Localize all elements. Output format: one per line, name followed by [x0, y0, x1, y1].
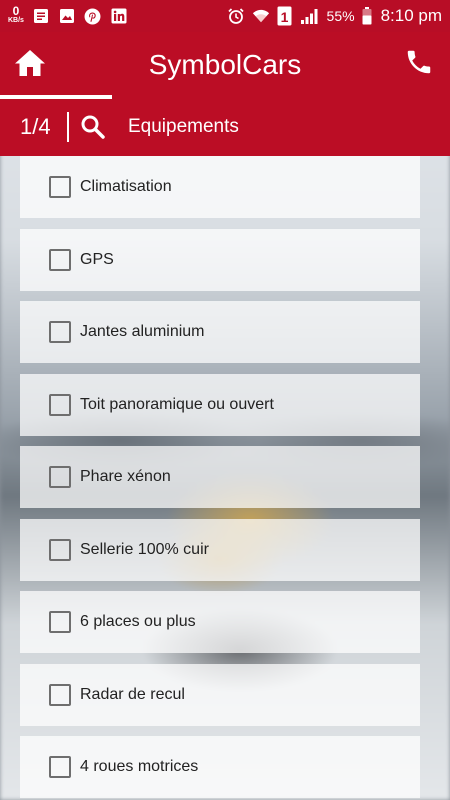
- pinterest-icon: [84, 7, 102, 25]
- search-icon: [80, 115, 106, 144]
- item-label: Jantes aluminium: [80, 323, 205, 340]
- signal-icon: [300, 7, 320, 25]
- list-item[interactable]: Radar de recul: [20, 663, 420, 726]
- item-label: Phare xénon: [80, 468, 171, 485]
- item-label: Radar de recul: [80, 685, 185, 703]
- item-label: Sellerie 100% cuir: [80, 540, 209, 558]
- speed-value: 0: [12, 4, 20, 18]
- sim-icon: 1: [277, 6, 293, 26]
- checkbox[interactable]: [49, 321, 71, 343]
- equipment-list: Climatisation GPS Jantes aluminium Toit …: [20, 156, 420, 800]
- list-item[interactable]: Jantes aluminium: [20, 301, 420, 363]
- messages-icon: [32, 7, 50, 25]
- list-item[interactable]: 4 roues motrices: [20, 736, 420, 798]
- list-item[interactable]: Toit panoramique ou ouvert: [20, 373, 420, 436]
- divider: [67, 112, 69, 142]
- call-button[interactable]: [404, 47, 436, 79]
- top-bar: SymbolCars: [0, 32, 450, 99]
- home-icon: [14, 48, 46, 83]
- sub-bar: 1/4 Equipements: [0, 98, 450, 156]
- speed-unit: KB/s: [8, 17, 24, 24]
- item-label: Climatisation: [80, 178, 172, 195]
- checkbox[interactable]: [49, 176, 71, 198]
- item-label: Toit panoramique ou ouvert: [80, 395, 274, 413]
- checkbox[interactable]: [49, 683, 71, 706]
- home-button[interactable]: [0, 32, 112, 99]
- search-button[interactable]: [80, 114, 106, 140]
- item-label: GPS: [80, 250, 114, 268]
- battery-percent: 55%: [326, 8, 355, 24]
- alarm-icon: [227, 7, 245, 25]
- checkbox[interactable]: [49, 248, 71, 271]
- checkbox[interactable]: [49, 538, 71, 561]
- network-speed: 0 KB/s: [8, 4, 24, 25]
- checkbox[interactable]: [49, 611, 71, 633]
- list-item[interactable]: 6 places ou plus: [20, 591, 420, 653]
- app-header: SymbolCars 1/4 Equipements: [0, 32, 450, 156]
- page-counter: 1/4: [20, 114, 51, 139]
- list-item[interactable]: Sellerie 100% cuir: [20, 518, 420, 581]
- status-bar: 0 KB/s 1 55% 8:10 pm: [0, 0, 450, 32]
- linkedin-icon: [110, 7, 128, 25]
- gallery-icon: [58, 7, 76, 25]
- checkbox[interactable]: [49, 756, 71, 778]
- checkbox[interactable]: [49, 393, 71, 416]
- sim-number: 1: [280, 8, 289, 25]
- clock: 8:10 pm: [380, 6, 442, 25]
- phone-icon: [404, 50, 434, 81]
- list-item[interactable]: GPS: [20, 228, 420, 291]
- wifi-icon: [252, 7, 270, 25]
- section-title: Equipements: [128, 116, 239, 137]
- checkbox[interactable]: [49, 466, 71, 488]
- battery-icon: [362, 7, 372, 25]
- item-label: 4 roues motrices: [80, 758, 199, 775]
- list-item[interactable]: Phare xénon: [20, 446, 420, 508]
- list-item[interactable]: Climatisation: [20, 156, 420, 218]
- item-label: 6 places ou plus: [80, 613, 196, 630]
